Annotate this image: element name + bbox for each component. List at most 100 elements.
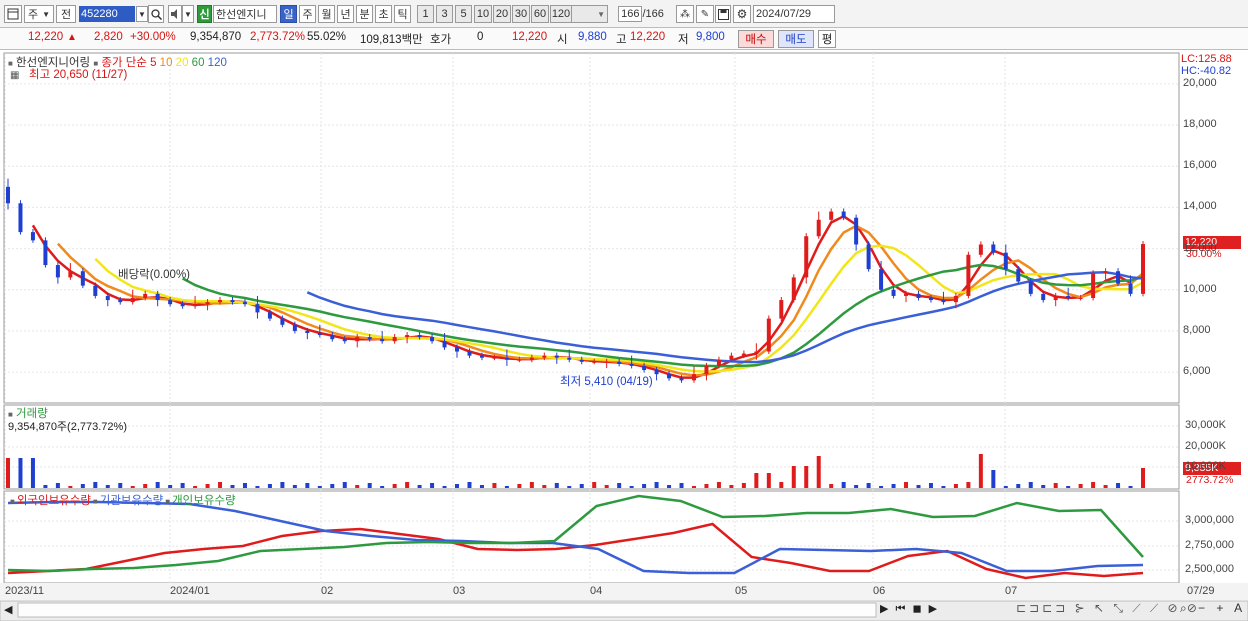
volume-bar	[80, 484, 85, 488]
volume-bar	[455, 484, 460, 488]
tool-button[interactable]: ✎	[696, 5, 714, 23]
interval-button-60[interactable]: 60	[531, 5, 549, 23]
market-select[interactable]: 주 ▼	[24, 5, 54, 23]
candle	[1116, 271, 1121, 284]
candle	[467, 351, 472, 356]
candle	[292, 324, 297, 331]
period-tab-5[interactable]: 초	[375, 5, 392, 23]
candle	[367, 337, 372, 340]
period-tab-6[interactable]: 틱	[394, 5, 411, 23]
volume-bar	[193, 486, 198, 488]
period-tab-2[interactable]: 월	[318, 5, 335, 23]
scroll-left-button[interactable]: ◀	[4, 603, 12, 616]
volume-bar	[93, 482, 98, 488]
candle	[193, 304, 198, 307]
candle	[841, 211, 846, 218]
scrollbar-thumb[interactable]	[17, 602, 877, 618]
speaker-dropdown[interactable]: ▼	[182, 5, 194, 23]
all-button[interactable]: 전	[56, 5, 76, 23]
candle	[816, 219, 821, 237]
speaker-icon	[171, 9, 177, 19]
low-price: 9,800	[696, 31, 725, 43]
candle	[567, 357, 572, 360]
candle	[305, 330, 310, 333]
lc-value: LC:125.88	[1181, 53, 1232, 65]
candle	[80, 271, 85, 286]
quote-info-bar: 12,220 ▲ 2,820 +30.00% 9,354,870 2,773.7…	[0, 28, 1248, 50]
volume-bar	[280, 482, 285, 488]
candle	[517, 359, 522, 361]
interval-button-10[interactable]: 10	[474, 5, 492, 23]
price-tick: 18,000	[1183, 118, 1217, 131]
candle	[442, 341, 447, 348]
interval-button-30[interactable]: 30	[512, 5, 530, 23]
candle	[829, 211, 834, 220]
search-button[interactable]	[148, 5, 164, 23]
volume-bar	[118, 483, 123, 488]
hoga-value: 0	[477, 31, 484, 43]
sell-button[interactable]: 매도	[778, 30, 814, 48]
candle	[978, 244, 983, 255]
speaker-button[interactable]	[168, 5, 182, 23]
stock-chart[interactable]	[0, 50, 1248, 621]
period-tab-0[interactable]: 일	[280, 5, 297, 23]
price-tick: 8,000	[1183, 323, 1211, 336]
candle	[317, 333, 322, 336]
period-tab-3[interactable]: 년	[337, 5, 354, 23]
volume-bar	[1066, 486, 1071, 488]
volume-bar	[392, 484, 397, 488]
zoom-controls[interactable]: ⌕ − + A	[1180, 601, 1246, 616]
volume-bar	[68, 486, 73, 488]
volume-bar	[579, 484, 584, 488]
date-field[interactable]: 2024/07/29	[753, 5, 835, 23]
candle	[143, 293, 148, 298]
drawing-tools[interactable]: ⊏⊐⊏⊐ ⊱ ↖ ⤡ ⟋ ⟋ ⊘ ⊘	[1016, 601, 1200, 616]
window-icon	[7, 8, 19, 20]
link-button[interactable]: ⁂	[676, 5, 694, 23]
date-tick: 06	[873, 585, 886, 597]
all-time-high-note: 최고 20,650 (11/27)	[29, 69, 128, 81]
volume-bar	[829, 484, 834, 488]
volume-bar	[330, 484, 335, 488]
volume-bar	[1041, 485, 1046, 488]
chevron-down-icon: ▼	[184, 9, 192, 19]
settings-button[interactable]: ⚙	[733, 5, 751, 23]
volume-bar	[1116, 483, 1121, 488]
interval-button-20[interactable]: 20	[493, 5, 511, 23]
code-dropdown-button[interactable]: ▼	[136, 6, 148, 22]
volume-bar	[629, 486, 634, 488]
buy-button[interactable]: 매수	[738, 30, 774, 48]
period-tab-4[interactable]: 분	[356, 5, 373, 23]
volume-tick: 20,000K	[1185, 440, 1226, 452]
candle	[242, 302, 247, 305]
interval-button-3[interactable]: 3	[436, 5, 453, 23]
hc-value: HC:-40.82	[1181, 65, 1232, 77]
count-display: 166 /166	[612, 5, 670, 23]
save-button[interactable]	[715, 5, 731, 23]
hoga-label: 호가	[430, 34, 452, 46]
volume-bar	[891, 484, 896, 488]
stock-code-input[interactable]: 452280	[79, 6, 135, 22]
interval-button-120[interactable]: 120	[550, 5, 572, 23]
candle	[392, 337, 397, 342]
chart-menu-icon[interactable]	[4, 5, 22, 23]
volume-bar	[1128, 486, 1133, 488]
playback-buttons[interactable]: ▶ ⏮ ◼ ▶	[880, 602, 939, 616]
volume-bar	[255, 486, 260, 488]
volume-bar	[667, 485, 672, 488]
interval-button-1[interactable]: 1	[417, 5, 434, 23]
interval-dropdown[interactable]: ▼	[570, 5, 608, 23]
candle	[1028, 281, 1033, 294]
count-input[interactable]: 166	[618, 6, 643, 22]
avg-button[interactable]: 평	[818, 30, 836, 48]
calendar-icon[interactable]: ▦	[10, 70, 19, 81]
candle	[854, 217, 859, 245]
candle	[654, 370, 659, 375]
holdings-tick: 2,500,000	[1185, 563, 1234, 575]
candle	[180, 304, 185, 307]
period-tab-1[interactable]: 주	[299, 5, 316, 23]
volume-bar	[292, 485, 297, 488]
volume-bar	[879, 486, 884, 488]
interval-button-5[interactable]: 5	[455, 5, 472, 23]
volume-bar	[55, 483, 60, 488]
